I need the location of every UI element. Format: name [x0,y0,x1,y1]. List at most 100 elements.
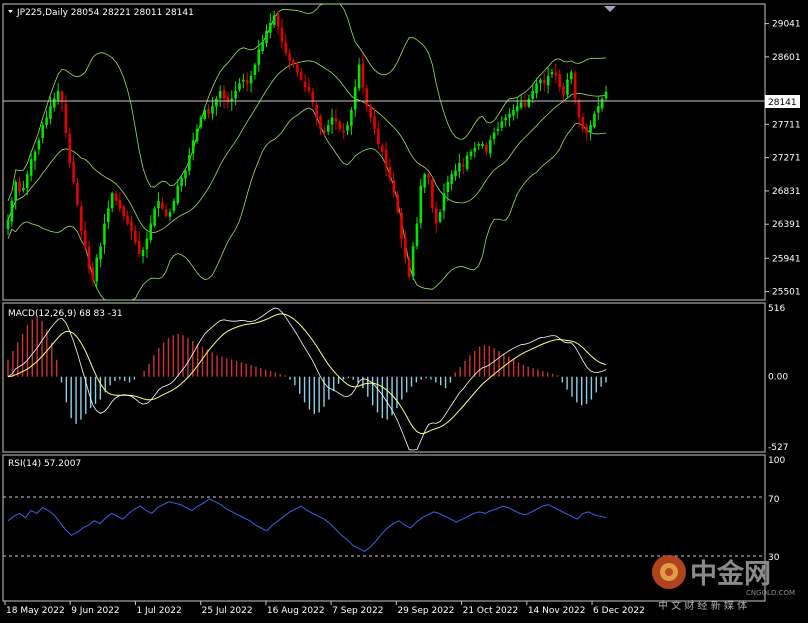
candle-body [446,181,450,193]
candle-body [353,87,357,110]
candle-body [176,185,180,204]
candle-body [388,166,392,179]
candle-body [508,113,511,118]
candle-body [481,144,484,146]
rsi-header: RSI(14) 57.2007 [8,459,81,469]
time-tick-label: 16 Aug 2022 [267,606,325,616]
candle-body [338,121,342,129]
candle-body [238,83,241,90]
candle-body [473,147,477,152]
candle-body [442,193,446,211]
candle-body [569,72,573,80]
candle-body [419,185,423,224]
candle-body [83,230,87,247]
candle-body [153,208,156,226]
candle-body [52,98,56,108]
candle-body [299,72,303,80]
candle-body [203,109,207,119]
candle-body [265,30,268,44]
logo-tagline: 中 文 财 经 新 媒 体 [658,599,747,612]
shift-marker-icon[interactable] [604,6,616,12]
candle-body [211,106,214,114]
candle-body [195,128,199,142]
candle-body [573,72,577,99]
price-tick-label: 25501 [772,288,801,298]
candle-body [49,106,52,120]
rsi-axis: 1007030 [768,456,785,563]
macd-header: MACD(12,26,9) 68 83 -31 [8,309,123,319]
candle-body [164,209,168,216]
price-panel-frame [2,3,766,301]
candle-body [137,241,141,254]
candle-body [546,75,550,86]
candle-body [114,193,118,201]
candle-body [18,181,21,192]
candle-body [377,128,380,145]
candle-body [334,118,338,122]
candle-body [365,88,369,107]
price-tick-label: 28601 [772,53,801,63]
logo-domain: CNGOLD.COM [746,589,795,597]
candle-body [14,181,18,201]
rsi-panel-frame [2,454,766,602]
candle-body [91,267,95,281]
candle-body [269,22,272,33]
candle-body [434,208,438,224]
candle-body [222,90,226,99]
candle-body [145,238,149,250]
candle-body [550,72,554,74]
candle-body [604,91,608,99]
candle-body [126,215,129,224]
candle-body [415,223,419,247]
candle-body [523,102,527,107]
candle-body [76,183,79,205]
candle-body [585,126,589,133]
candle-body [64,103,68,133]
candle-body [280,27,284,42]
candle-body [56,91,60,101]
candle-body [315,104,318,118]
candle-body [199,117,203,128]
candle-body [272,15,276,26]
candle-body [330,117,334,125]
candle-body [157,200,160,209]
candle-body [404,237,407,258]
candle-body [492,132,496,139]
candle-body [87,246,91,269]
candle-body [41,125,45,139]
macd-axis: 516 0.00 -527 [768,304,788,453]
candle-body [496,128,500,131]
candle-body [191,140,195,154]
candle-body [72,161,75,182]
candle-body [168,212,172,217]
time-axis: 18 May 2022 9 Jun 2022 1 Jul 2022 25 Jul 20… [4,601,645,616]
candle-body [596,106,600,113]
candle-body [427,174,430,179]
rsi-tick-label: 70 [768,495,780,505]
candle-body [589,125,592,133]
macd-tick-label: 0.00 [768,373,788,383]
time-tick-label: 9 Jun 2022 [71,606,119,616]
candle-body [380,145,384,152]
candle-body [438,212,442,222]
candle-body [257,49,261,65]
price-tick-label: 27271 [772,154,801,164]
candle-body [161,202,164,209]
current-price-label: 28141 [768,98,797,108]
candle-body [450,174,453,185]
collapse-triangle-icon[interactable] [8,10,13,13]
candle-body [249,75,253,84]
candle-body [276,14,280,27]
time-tick-label: 25 Jul 2022 [202,606,253,616]
candle-body [37,140,41,150]
bollinger-bands [7,3,607,301]
candle-body [407,259,411,277]
candle-body [307,87,311,92]
price-tick-label: 29041 [772,20,801,30]
time-tick-label: 6 Dec 2022 [593,606,645,616]
candle-body [423,174,426,188]
candle-body [361,63,365,88]
candle-body [342,130,345,133]
candle-body [400,212,403,239]
trading-chart: JP225,Daily 28054 28221 28011 28141 MACD… [2,3,801,616]
